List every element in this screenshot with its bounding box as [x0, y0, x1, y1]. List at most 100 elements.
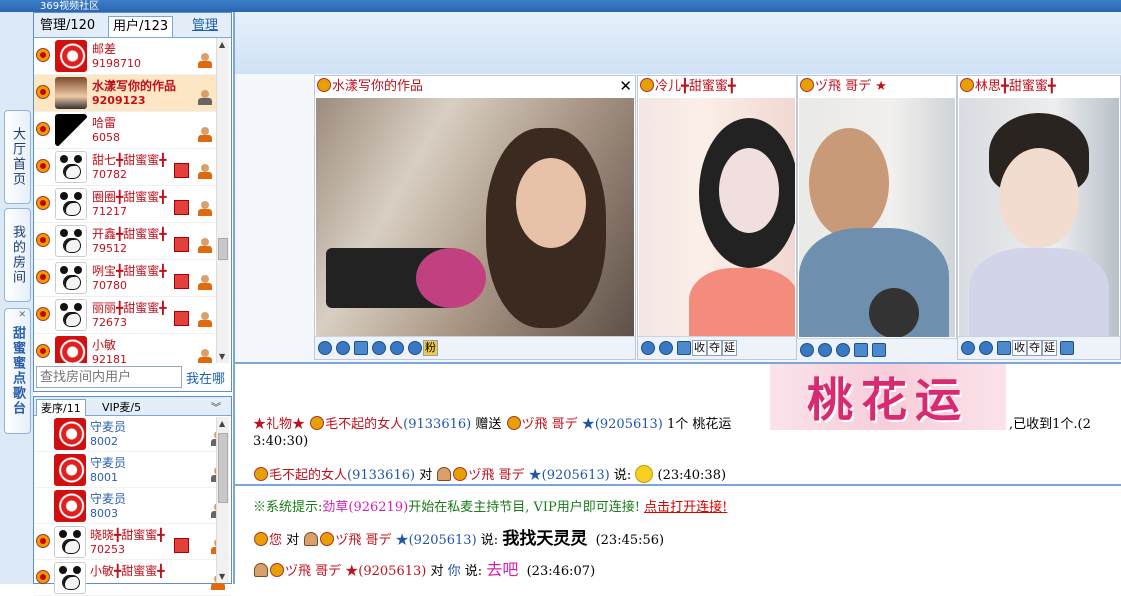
- extend-button[interactable]: 延: [722, 340, 737, 356]
- user-id: 9209123: [92, 94, 146, 107]
- record-icon[interactable]: [372, 341, 386, 355]
- close-icon[interactable]: ✕: [18, 310, 28, 320]
- volume-icon[interactable]: [659, 341, 673, 355]
- user-search-input[interactable]: [36, 366, 182, 388]
- user-list-scrollbar[interactable]: ▲ ▼: [216, 38, 229, 363]
- video-title: 林思╋甜蜜蜜╋: [958, 76, 1120, 98]
- list-item[interactable]: 咧宝╋甜蜜蜜╋ 70780: [34, 260, 218, 297]
- take-button[interactable]: 夺: [707, 340, 722, 356]
- tab-vip-mic[interactable]: VIP麦/5: [98, 399, 145, 415]
- chat-say: 说:: [613, 468, 632, 483]
- chat-line-tail: ,已收到1个.(2: [1009, 417, 1091, 432]
- list-item[interactable]: 丽丽╋甜蜜蜜╋ 72673: [34, 297, 218, 334]
- chat-receiver[interactable]: ヅ飛 哥デ: [468, 468, 524, 483]
- video-title: 冷儿╋甜蜜蜜╋: [638, 76, 796, 98]
- scroll-up-icon[interactable]: ▲: [219, 40, 225, 49]
- fullscreen-icon[interactable]: [997, 341, 1011, 355]
- user-panel-tabs: 管理/120 用户/123 管理: [34, 13, 231, 38]
- list-item[interactable]: 守麦员 8003: [34, 488, 231, 524]
- list-item[interactable]: 开鑫╋甜蜜蜜╋ 79512: [34, 223, 218, 260]
- fan-button[interactable]: 粉: [423, 340, 438, 356]
- user-id: 8001: [90, 471, 118, 484]
- play-icon[interactable]: [318, 341, 332, 355]
- chat-sender[interactable]: 毛不起的女人: [325, 417, 403, 432]
- tab-song-room-label: 甜蜜蜜点歌台: [10, 326, 25, 416]
- video-window-host[interactable]: 水漾写你的作品 ✕ 粉: [314, 75, 636, 360]
- list-item[interactable]: 甜七╋甜蜜蜜╋ 70782: [34, 149, 218, 186]
- play-icon[interactable]: [961, 341, 975, 355]
- avatar: [54, 454, 86, 486]
- scrollbar-thumb[interactable]: [218, 433, 228, 503]
- volume-icon[interactable]: [979, 341, 993, 355]
- take-button[interactable]: 夺: [1027, 340, 1042, 356]
- where-am-i-button[interactable]: 我在哪: [186, 368, 225, 387]
- scrollbar-thumb[interactable]: [218, 238, 228, 260]
- video-window-4[interactable]: 林思╋甜蜜蜜╋ 收夺延: [957, 75, 1121, 360]
- tab-users[interactable]: 用户/123: [108, 16, 174, 37]
- settings-icon[interactable]: [1060, 341, 1074, 355]
- collect-button[interactable]: 收: [1012, 340, 1027, 356]
- close-icon[interactable]: ✕: [619, 77, 632, 95]
- system-host-name[interactable]: 劲草: [322, 500, 348, 515]
- tab-manage[interactable]: 管理: [188, 16, 222, 36]
- fullscreen-icon[interactable]: [677, 341, 691, 355]
- video-toolbar-3: [797, 338, 957, 361]
- tab-song-room[interactable]: ✕ 甜蜜蜜点歌台: [4, 308, 31, 434]
- list-item[interactable]: 邮差 9198710: [34, 38, 218, 75]
- chat-say: 说:: [464, 564, 483, 579]
- chat-receiver-id: (9205613): [408, 533, 477, 548]
- extend-button[interactable]: 延: [1042, 340, 1057, 356]
- list-item[interactable]: 小敏 92181: [34, 334, 218, 363]
- user-icon: [198, 201, 212, 217]
- volume-icon[interactable]: [336, 341, 350, 355]
- crown-icon: [36, 233, 50, 247]
- gift-icon[interactable]: [872, 343, 886, 357]
- chat-sender[interactable]: 毛不起的女人: [269, 468, 347, 483]
- list-item[interactable]: 圈圈╋甜蜜蜜╋ 71217: [34, 186, 218, 223]
- video-title-name: 林思╋甜蜜蜜╋: [975, 79, 1056, 94]
- chat-receiver-id: (9205613): [541, 468, 610, 483]
- open-connection-link[interactable]: 点击打开连接!: [644, 500, 727, 515]
- list-item[interactable]: 哈雷 6058: [34, 112, 218, 149]
- chat-sender[interactable]: ヅ飛 哥デ: [285, 564, 341, 579]
- user-icon[interactable]: [390, 341, 404, 355]
- scroll-down-icon[interactable]: ▼: [219, 572, 225, 581]
- fullscreen-icon[interactable]: [354, 341, 368, 355]
- chat-receiver[interactable]: ヅ飛 哥デ: [335, 533, 391, 548]
- scroll-down-icon[interactable]: ▼: [219, 352, 225, 361]
- tab-admins[interactable]: 管理/120: [36, 16, 99, 36]
- tab-mic-queue[interactable]: 麦序/11: [36, 399, 86, 416]
- settings-icon[interactable]: [854, 343, 868, 357]
- chat-message: 我找天灵灵: [502, 529, 588, 549]
- list-item[interactable]: 小敏╋甜蜜蜜╋: [34, 560, 231, 596]
- mic-queue-panel: 麦序/11 VIP麦/5 ︾ 守麦员 8002 守麦员 8001 守麦员 800…: [33, 396, 232, 596]
- camera-icon[interactable]: [836, 343, 850, 357]
- user-name: 邮差: [92, 42, 117, 56]
- record-icon[interactable]: [800, 343, 814, 357]
- scroll-up-icon[interactable]: ▲: [219, 419, 225, 428]
- user-icon[interactable]: [818, 343, 832, 357]
- mic-list-scrollbar[interactable]: ▲ ▼: [216, 417, 229, 583]
- chat-say: 说:: [480, 533, 499, 548]
- expand-icon[interactable]: ︾: [207, 399, 225, 414]
- badge-icon: [174, 274, 189, 289]
- camera-icon[interactable]: [408, 341, 422, 355]
- user-id: 8003: [90, 507, 118, 520]
- list-item[interactable]: 守麦员 8002: [34, 416, 231, 452]
- list-item[interactable]: 守麦员 8001: [34, 452, 231, 488]
- gift-image-text: 桃花运: [807, 373, 969, 427]
- emoji-icon: [635, 465, 654, 483]
- tab-lobby[interactable]: 大厅首页: [4, 110, 31, 204]
- video-title: ヅ飛 哥デ ★: [798, 76, 956, 98]
- list-item[interactable]: 晓晓╋甜蜜蜜╋ 70253: [34, 524, 231, 560]
- collect-button[interactable]: 收: [692, 340, 707, 356]
- user-icon: [198, 349, 212, 363]
- play-icon[interactable]: [641, 341, 655, 355]
- tab-my-room[interactable]: 我的房间: [4, 208, 31, 302]
- video-window-2[interactable]: 冷儿╋甜蜜蜜╋ 收夺延: [637, 75, 797, 360]
- chat-receiver[interactable]: ヅ飛 哥デ: [522, 417, 578, 432]
- user-icon: [198, 275, 212, 291]
- crown-icon: [320, 532, 335, 546]
- video-window-3[interactable]: ヅ飛 哥デ ★: [797, 75, 957, 360]
- list-item[interactable]: 水漾写你的作品 9209123: [34, 75, 218, 112]
